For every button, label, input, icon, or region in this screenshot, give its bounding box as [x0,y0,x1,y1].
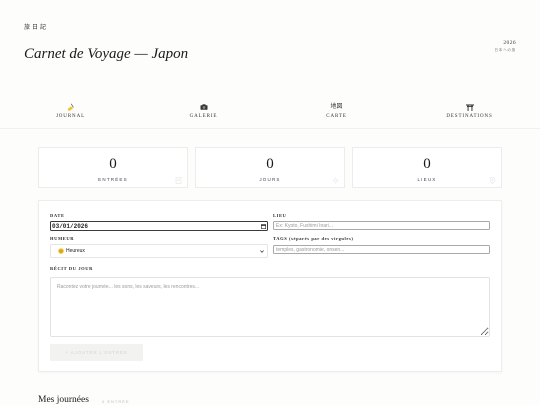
main-nav: JOURNAL GALERIE 地図 CARTE DESTINATIONS [4,103,536,120]
tab-destinations-icon-wrap [403,103,536,111]
faded-page-icon [175,177,182,184]
camera-icon [200,104,207,110]
new-entry-form: DATE LIEU HUMEUR Heureux TAGS (séparés p… [38,200,502,372]
tab-journal-label: JOURNAL [55,114,86,119]
nav-divider [0,128,540,129]
tab-destinations-label: DESTINATIONS [446,114,493,119]
date-input[interactable] [50,221,268,231]
brand-kanji: 旅日記 [24,24,49,31]
tab-carte-label: CARTE [326,114,347,119]
stat-label-entries: ENTRÉES [98,177,128,182]
stat-value-days: 0 [266,156,274,172]
smiley-icon [58,248,64,254]
tab-carte-icon-wrap: 地図 [270,103,403,111]
trip-subtitle: 日本への旅 [494,48,516,52]
map-kanji-icon: 地図 [330,103,343,110]
stat-value-entries: 0 [109,156,117,172]
stats-row: 0 ENTRÉES 0 JOURS 0 LIEUX [38,147,502,188]
stat-card-days: 0 JOURS [195,147,345,188]
faded-sun-icon [332,177,339,184]
journal-entry-count: 0 ENTRÉE [102,399,130,404]
place-input[interactable] [273,221,490,230]
stat-card-places: 0 LIEUX [352,147,502,188]
place-label: LIEU [273,213,287,218]
journal-section-title: Mes journées [38,395,89,405]
date-label: DATE [50,213,65,218]
chevron-down-icon [260,250,264,253]
tab-galerie-icon-wrap [137,103,270,111]
tab-carte[interactable]: 地図 CARTE [270,103,403,120]
tab-galerie[interactable]: GALERIE [137,103,270,120]
tags-input[interactable] [273,245,490,254]
tags-label: TAGS (séparés par des virgules) [273,236,354,241]
mood-select[interactable]: Heureux [50,244,268,258]
calendar-icon[interactable] [261,223,266,229]
trip-year: 2026 [503,40,516,46]
add-entry-button[interactable]: + AJOUTER L'ENTRÉE [50,344,143,361]
mood-select-value: Heureux [66,248,85,254]
writing-hand-icon [67,103,74,111]
story-textarea[interactable] [50,277,490,337]
torii-icon [465,104,474,111]
tab-galerie-label: GALERIE [189,114,218,119]
page-title: Carnet de Voyage — Japon [24,46,189,62]
tab-journal[interactable]: JOURNAL [4,103,137,120]
story-label: RÉCIT DU JOUR [50,266,93,271]
tab-journal-icon-wrap [4,103,137,111]
tab-destinations[interactable]: DESTINATIONS [403,103,536,120]
stat-value-places: 0 [423,156,431,172]
mood-label: HUMEUR [50,236,75,241]
stat-label-days: JOURS [259,177,281,182]
faded-pin-icon [489,177,496,184]
stat-label-places: LIEUX [417,177,437,182]
trip-year-block: 2026 日本への旅 [495,40,517,52]
stat-card-entries: 0 ENTRÉES [38,147,188,188]
